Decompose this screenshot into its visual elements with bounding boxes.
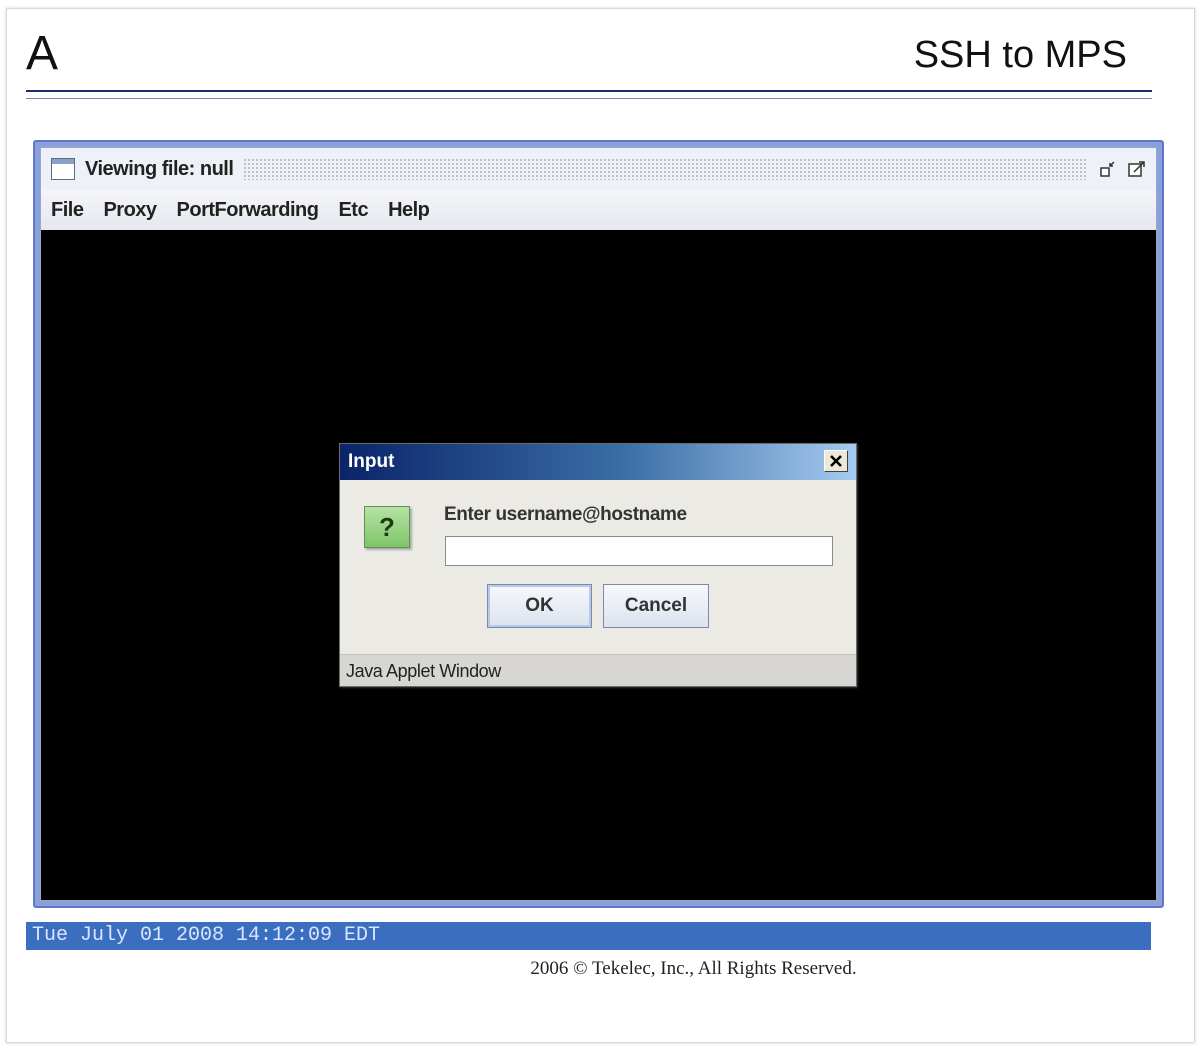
dialog-title: Input — [348, 451, 395, 472]
menu-etc[interactable]: Etc — [328, 199, 378, 222]
dialog-titlebar[interactable]: Input — [340, 444, 856, 480]
header-divider — [26, 90, 1152, 99]
dialog-footer: Java Applet Window — [340, 654, 856, 686]
copyright-text: 2006 © Tekelec, Inc., All Rights Reserve… — [0, 958, 1201, 980]
menu-file[interactable]: File — [41, 199, 93, 222]
titlebar-grip[interactable] — [243, 158, 1086, 180]
ok-button[interactable]: OK — [487, 584, 592, 628]
maximize-icon[interactable] — [1128, 160, 1146, 178]
header-letter: A — [26, 27, 59, 80]
username-hostname-input[interactable] — [445, 536, 833, 566]
input-dialog: Input ? Enter username@hostname OK Cance… — [339, 443, 857, 687]
menu-help[interactable]: Help — [378, 199, 439, 222]
copyright-label: 2006 © Tekelec, Inc., All Rights Reserve… — [530, 958, 857, 979]
window-icon — [51, 158, 75, 180]
menu-proxy[interactable]: Proxy — [93, 199, 166, 222]
menu-portforwarding[interactable]: PortForwarding — [167, 199, 329, 222]
question-icon: ? — [364, 506, 410, 548]
applet-menubar: File Proxy PortForwarding Etc Help — [41, 190, 1156, 230]
applet-window-title: Viewing file: null — [85, 157, 234, 180]
page-title: SSH to MPS — [913, 34, 1127, 76]
close-icon[interactable] — [824, 450, 848, 472]
dialog-prompt: Enter username@hostname — [444, 504, 687, 525]
applet-titlebar[interactable]: Viewing file: null — [41, 148, 1156, 190]
restore-icon[interactable] — [1100, 160, 1118, 178]
cancel-button[interactable]: Cancel — [603, 584, 709, 628]
status-datetime: Tue July 01 2008 14:12:09 EDT — [26, 922, 1151, 950]
